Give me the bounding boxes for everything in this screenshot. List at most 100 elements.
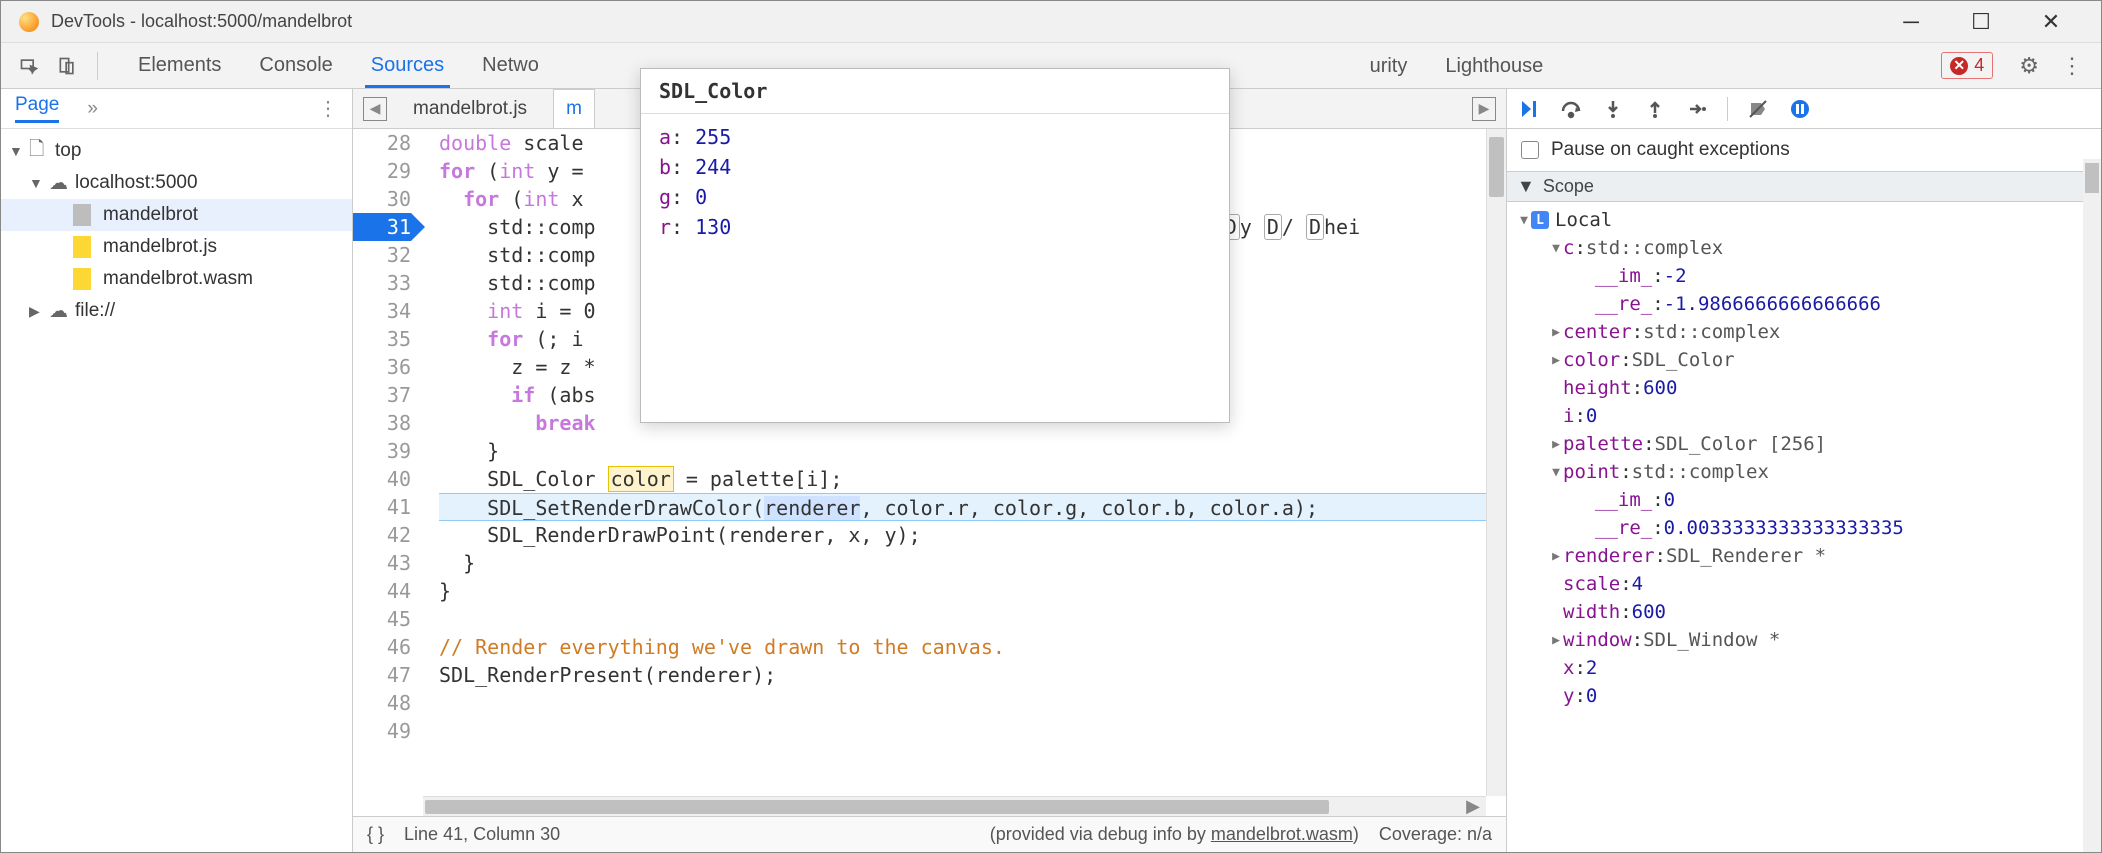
scope-item[interactable]: height: 600 <box>1507 374 2101 402</box>
line-number[interactable]: 48 <box>353 689 411 717</box>
code-line[interactable]: } <box>439 549 1506 577</box>
filetab-mandelbrot-js[interactable]: mandelbrot.js <box>401 90 539 128</box>
line-number[interactable]: 29 <box>353 157 411 185</box>
scope-item[interactable]: ▼ point: std::complex <box>1507 458 2101 486</box>
code-line[interactable]: } <box>439 437 1506 465</box>
inspect-icon[interactable] <box>13 50 45 82</box>
code-line[interactable]: SDL_RenderPresent(renderer); <box>439 661 1506 689</box>
line-gutter[interactable]: 2829303132333435363738394041424344454647… <box>353 129 423 816</box>
scope-item[interactable]: ▶ window: SDL_Window * <box>1507 626 2101 654</box>
panel-scrollbar[interactable] <box>2083 159 2101 852</box>
tree-file-mandelbrot-js[interactable]: mandelbrot.js <box>1 231 352 263</box>
code-line[interactable]: SDL_RenderDrawPoint(renderer, x, y); <box>439 521 1506 549</box>
line-number[interactable]: 38 <box>353 409 411 437</box>
line-number[interactable]: 46 <box>353 633 411 661</box>
line-number[interactable]: 39 <box>353 437 411 465</box>
scope-item[interactable]: ▶ color: SDL_Color <box>1507 346 2101 374</box>
navigator-menu-icon[interactable]: ⋮ <box>318 96 338 121</box>
line-number[interactable]: 30 <box>353 185 411 213</box>
tab-network[interactable]: Netwo <box>476 44 545 88</box>
scope-item[interactable]: scale: 4 <box>1507 570 2101 598</box>
checkbox[interactable] <box>1521 141 1539 159</box>
step-into-button[interactable] <box>1601 97 1625 121</box>
deactivate-breakpoints-button[interactable] <box>1746 97 1770 121</box>
page-tab[interactable]: Page <box>15 94 59 123</box>
step-button[interactable] <box>1685 97 1709 121</box>
code-line[interactable]: SDL_SetRenderDrawColor(renderer, color.r… <box>439 493 1506 521</box>
scope-item[interactable]: width: 600 <box>1507 598 2101 626</box>
tree-file-mandelbrot-wasm[interactable]: mandelbrot.wasm <box>1 263 352 295</box>
tab-lighthouse[interactable]: Lighthouse <box>1439 45 1549 86</box>
code-line[interactable] <box>439 605 1506 633</box>
scrollbar-thumb[interactable] <box>1489 137 1504 197</box>
code-line[interactable]: // Render everything we've drawn to the … <box>439 633 1506 661</box>
resume-button[interactable] <box>1517 97 1541 121</box>
scope-item[interactable]: __re_: -1.9866666666666666 <box>1507 290 2101 318</box>
code-line[interactable] <box>439 689 1506 717</box>
maximize-button[interactable]: ☐ <box>1961 7 2001 37</box>
line-number[interactable]: 49 <box>353 717 411 745</box>
tab-elements[interactable]: Elements <box>132 44 227 88</box>
settings-icon[interactable]: ⚙ <box>2019 53 2039 79</box>
line-number[interactable]: 33 <box>353 269 411 297</box>
more-tabs-icon[interactable]: » <box>87 98 98 120</box>
filetab-active[interactable]: m <box>553 89 595 128</box>
scope-item[interactable]: ▼ c: std::complex <box>1507 234 2101 262</box>
tab-console[interactable]: Console <box>253 44 338 88</box>
tree-top[interactable]: ▼🗋top <box>1 135 352 167</box>
scope-item[interactable]: x: 2 <box>1507 654 2101 682</box>
close-button[interactable]: ✕ <box>2031 7 2071 37</box>
nav-fwd-icon[interactable]: ▶ <box>1472 97 1496 121</box>
line-number[interactable]: 40 <box>353 465 411 493</box>
tree-file-scheme[interactable]: ▶☁file:// <box>1 295 352 327</box>
scope-local[interactable]: ▼LLocal <box>1507 206 2101 234</box>
line-number[interactable]: 37 <box>353 381 411 409</box>
line-number[interactable]: 41 <box>353 493 411 521</box>
line-number[interactable]: 35 <box>353 325 411 353</box>
error-badge[interactable]: ✕ 4 <box>1941 52 1993 79</box>
scope-item[interactable]: y: 0 <box>1507 682 2101 710</box>
scope-header[interactable]: ▼Scope <box>1507 171 2101 202</box>
minimize-button[interactable]: ─ <box>1891 7 1931 37</box>
scrollbar-thumb[interactable] <box>2085 163 2099 193</box>
step-out-button[interactable] <box>1643 97 1667 121</box>
scope-tree[interactable]: ▼LLocal ▼ c: std::complex __im_: -2 __re… <box>1507 202 2101 714</box>
step-over-button[interactable] <box>1559 97 1583 121</box>
tree-host[interactable]: ▼☁localhost:5000 <box>1 167 352 199</box>
line-number[interactable]: 43 <box>353 549 411 577</box>
line-number[interactable]: 28 <box>353 129 411 157</box>
tree-file-mandelbrot[interactable]: mandelbrot <box>1 199 352 231</box>
tab-security[interactable]: urity <box>1364 45 1414 86</box>
device-toggle-icon[interactable] <box>51 50 83 82</box>
code-line[interactable] <box>439 717 1506 745</box>
scope-item[interactable]: __im_: 0 <box>1507 486 2101 514</box>
scroll-right-icon[interactable]: ▶ <box>1466 796 1480 817</box>
scope-item[interactable]: ▶ center: std::complex <box>1507 318 2101 346</box>
horizontal-scrollbar[interactable]: ▶ <box>423 796 1486 816</box>
line-number[interactable]: 34 <box>353 297 411 325</box>
code-line[interactable]: } <box>439 577 1506 605</box>
scope-item[interactable]: ▶ palette: SDL_Color [256] <box>1507 430 2101 458</box>
scope-item[interactable]: __im_: -2 <box>1507 262 2101 290</box>
line-number[interactable]: 47 <box>353 661 411 689</box>
line-number[interactable]: 44 <box>353 577 411 605</box>
debugger-panel: Pause on caught exceptions ▼Scope ▼LLoca… <box>1506 89 2101 852</box>
more-menu-icon[interactable]: ⋮ <box>2061 53 2083 79</box>
line-number[interactable]: 32 <box>353 241 411 269</box>
vertical-scrollbar[interactable] <box>1486 129 1506 796</box>
wasm-link[interactable]: mandelbrot.wasm <box>1211 824 1353 844</box>
scope-item[interactable]: __re_: 0.0033333333333333335 <box>1507 514 2101 542</box>
scope-item[interactable]: ▶ renderer: SDL_Renderer * <box>1507 542 2101 570</box>
scrollbar-thumb[interactable] <box>425 800 1329 814</box>
braces-icon[interactable]: { } <box>367 824 384 845</box>
code-line[interactable]: SDL_Color color = palette[i]; <box>439 465 1506 493</box>
nav-back-icon[interactable]: ◀ <box>363 97 387 121</box>
pause-on-exceptions-row[interactable]: Pause on caught exceptions <box>1507 129 2101 171</box>
tab-sources[interactable]: Sources <box>365 44 450 88</box>
line-number[interactable]: 42 <box>353 521 411 549</box>
line-number[interactable]: 45 <box>353 605 411 633</box>
line-number[interactable]: 31 <box>353 213 411 241</box>
line-number[interactable]: 36 <box>353 353 411 381</box>
scope-item[interactable]: i: 0 <box>1507 402 2101 430</box>
pause-exceptions-button[interactable] <box>1788 97 1812 121</box>
